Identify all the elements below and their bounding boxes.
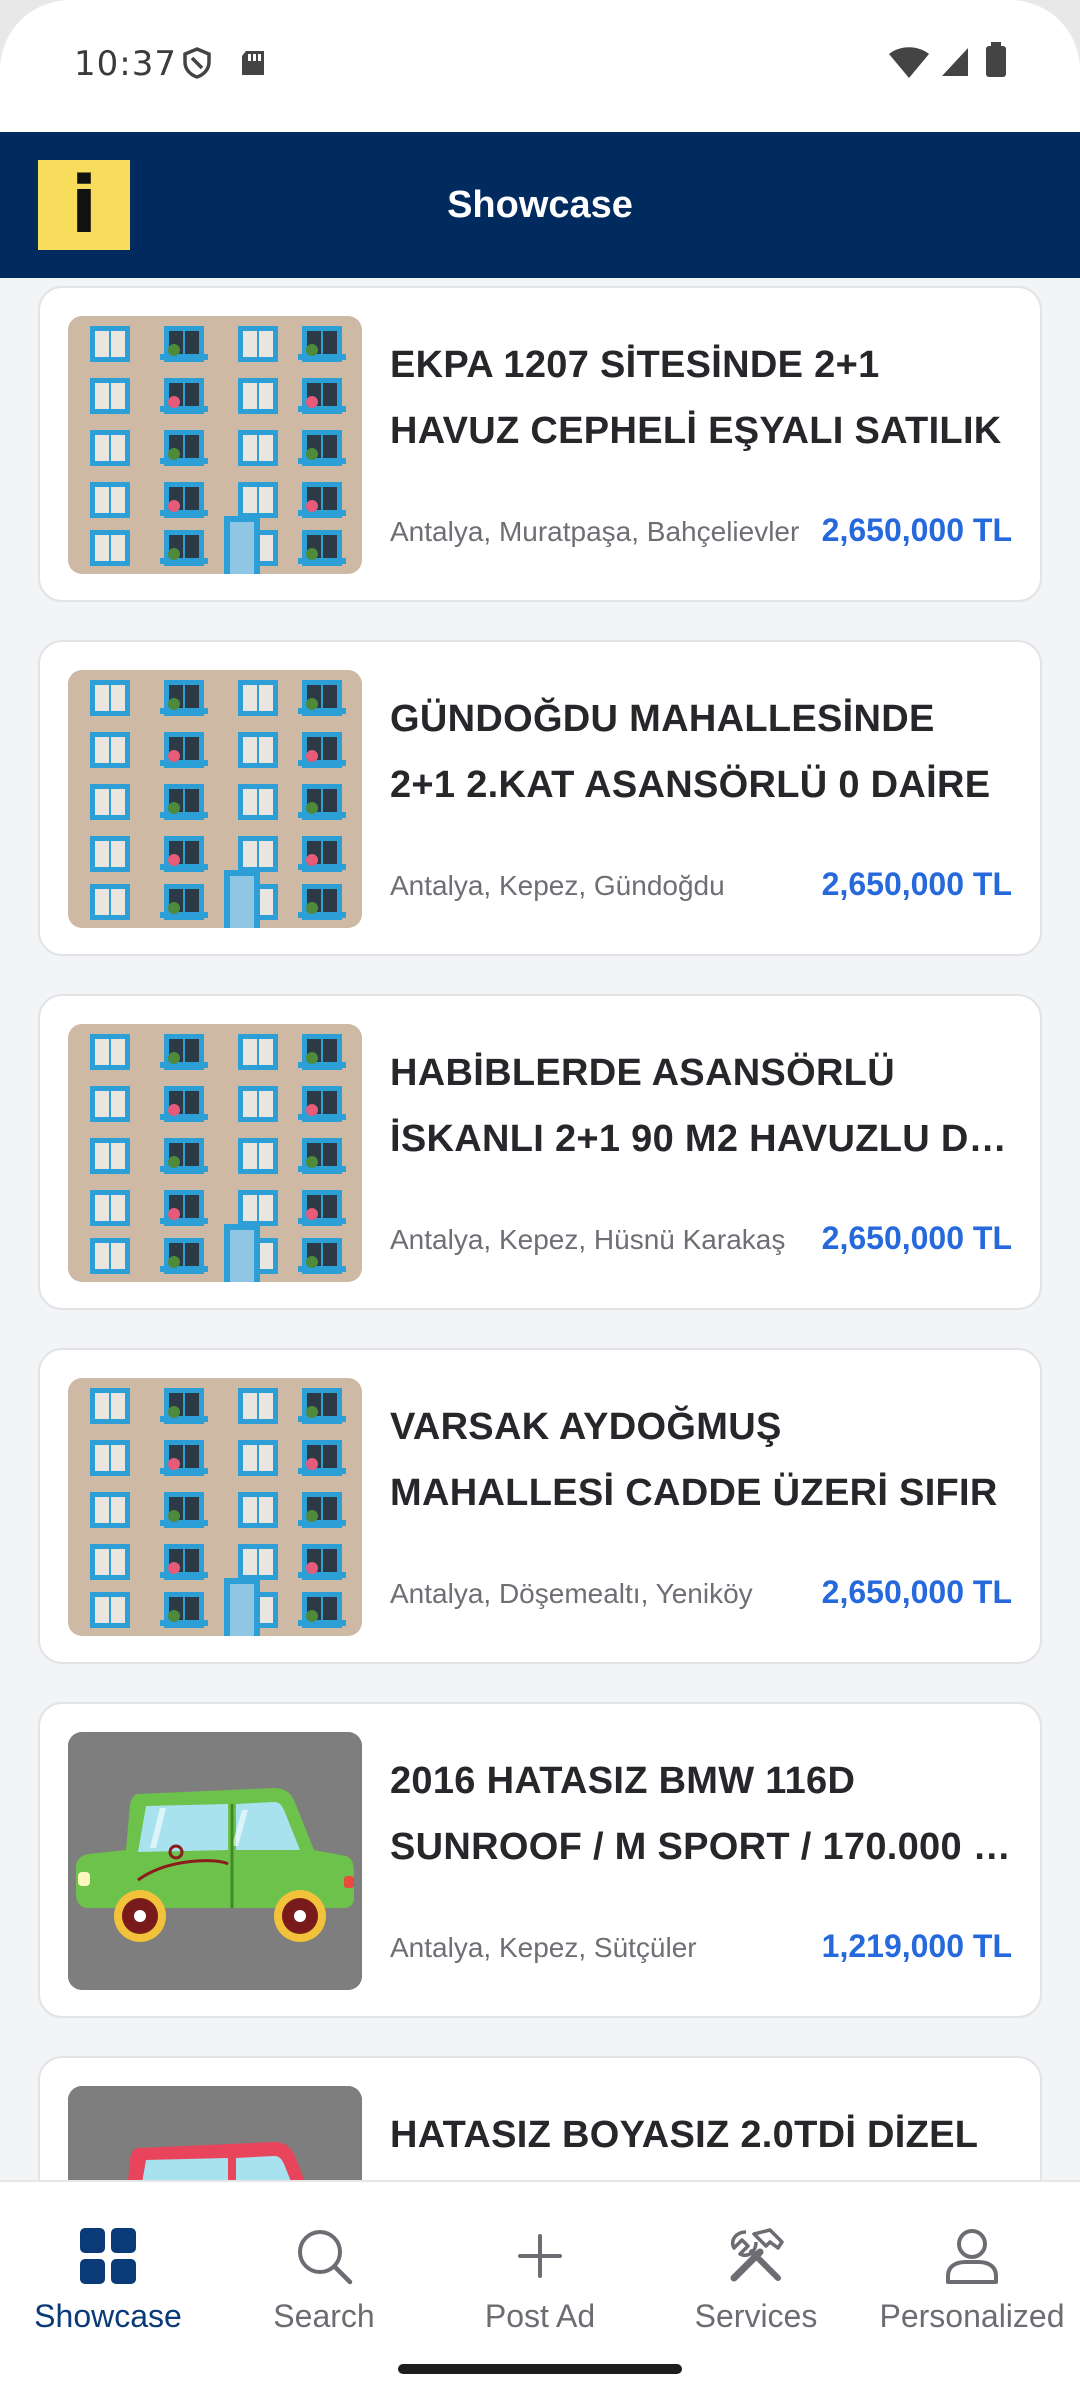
red-car-illustration (68, 2086, 362, 2180)
nav-tab-search[interactable]: Search (216, 2182, 432, 2352)
listing-price: 2,650,000 TL (821, 1220, 1012, 1256)
building-photo (68, 1024, 362, 1282)
listing-price: 2,650,000 TL (821, 866, 1012, 902)
shield-notification-icon (180, 46, 214, 85)
listing-thumbnail (68, 2086, 362, 2180)
sd-card-icon (238, 48, 268, 83)
listing-card[interactable]: 2016 HATASIZ BMW 116D SUNROOF / M SPORT … (38, 1702, 1042, 2018)
listing-title: HATASIZ BOYASIZ 2.0TDİ DİZEL (390, 2114, 979, 2156)
listing-card[interactable]: VARSAK AYDOĞMUŞ MAHALLESİ CADDE ÜZERİ SI… (38, 1348, 1042, 1664)
listing-card[interactable]: HATASIZ BOYASIZ 2.0TDİ DİZEL (38, 2056, 1042, 2180)
nav-tab-services[interactable]: Services (648, 2182, 864, 2352)
listing-location: Antalya, Kepez, Gündoğdu (390, 870, 725, 901)
listing-feed[interactable]: EKPA 1207 SİTESİNDE 2+1 HAVUZ CEPHELİ EŞ… (0, 278, 1080, 2180)
home-indicator[interactable] (398, 2364, 682, 2374)
status-bar: 10:37 (0, 0, 1080, 132)
listing-title: HABİBLERDE ASANSÖRLÜ İSKANLI 2+1 90 M2 H… (390, 1052, 1020, 1160)
search-icon (294, 2226, 354, 2286)
listing-price: 2,650,000 TL (821, 512, 1012, 548)
app-screen: 10:37 i Showcase EKPA 1207 SİTESİNDE 2+1… (0, 0, 1080, 2400)
battery-icon (984, 42, 1008, 83)
listing-title: EKPA 1207 SİTESİNDE 2+1 HAVUZ CEPHELİ EŞ… (390, 344, 1002, 452)
listing-thumbnail (68, 1378, 362, 1636)
nav-tab-personalized[interactable]: Personalized (864, 2182, 1080, 2352)
person-icon (942, 2226, 1002, 2286)
listing-price: 2,650,000 TL (821, 1574, 1012, 1610)
listing-price: 1,219,000 TL (821, 1928, 1012, 1964)
listing-thumbnail (68, 1024, 362, 1282)
listing-card[interactable]: HABİBLERDE ASANSÖRLÜ İSKANLI 2+1 90 M2 H… (38, 994, 1042, 1310)
listing-location: Antalya, Muratpaşa, Bahçelievler (390, 516, 800, 547)
wifi-icon (888, 46, 930, 85)
tools-icon (726, 2226, 786, 2286)
nav-label: Showcase (34, 2298, 182, 2334)
listing-location: Antalya, Kepez, Hüsnü Karakaş (390, 1224, 786, 1255)
app-header: i Showcase (0, 132, 1080, 278)
listing-thumbnail (68, 1732, 362, 1990)
plus-icon (510, 2226, 570, 2286)
status-time: 10:37 (74, 44, 177, 84)
grid-icon (78, 2226, 138, 2286)
cellular-signal-icon (940, 46, 970, 83)
nav-label: Search (273, 2298, 375, 2334)
green-car-illustration (68, 1732, 362, 1990)
listing-thumbnail (68, 316, 362, 574)
listing-title: 2016 HATASIZ BMW 116D SUNROOF / M SPORT … (390, 1760, 1020, 1868)
listing-location: Antalya, Döşemealtı, Yeniköy (390, 1578, 753, 1609)
listing-title: GÜNDOĞDU MAHALLESİNDE 2+1 2.KAT ASANSÖRL… (390, 698, 991, 806)
listing-card[interactable]: EKPA 1207 SİTESİNDE 2+1 HAVUZ CEPHELİ EŞ… (38, 286, 1042, 602)
nav-label: Services (694, 2298, 818, 2334)
listing-card[interactable]: GÜNDOĞDU MAHALLESİNDE 2+1 2.KAT ASANSÖRL… (38, 640, 1042, 956)
nav-label: Personalized (879, 2298, 1065, 2334)
listing-thumbnail (68, 670, 362, 928)
building-photo (68, 316, 362, 574)
nav-tab-post-ad[interactable]: Post Ad (432, 2182, 648, 2352)
nav-tab-showcase[interactable]: Showcase (0, 2182, 216, 2352)
building-photo (68, 670, 362, 928)
listing-title: VARSAK AYDOĞMUŞ MAHALLESİ CADDE ÜZERİ SI… (390, 1406, 998, 1514)
nav-label: Post Ad (484, 2298, 596, 2334)
page-title: Showcase (447, 184, 633, 226)
building-photo (68, 1378, 362, 1636)
listing-location: Antalya, Kepez, Sütçüler (390, 1932, 697, 1963)
